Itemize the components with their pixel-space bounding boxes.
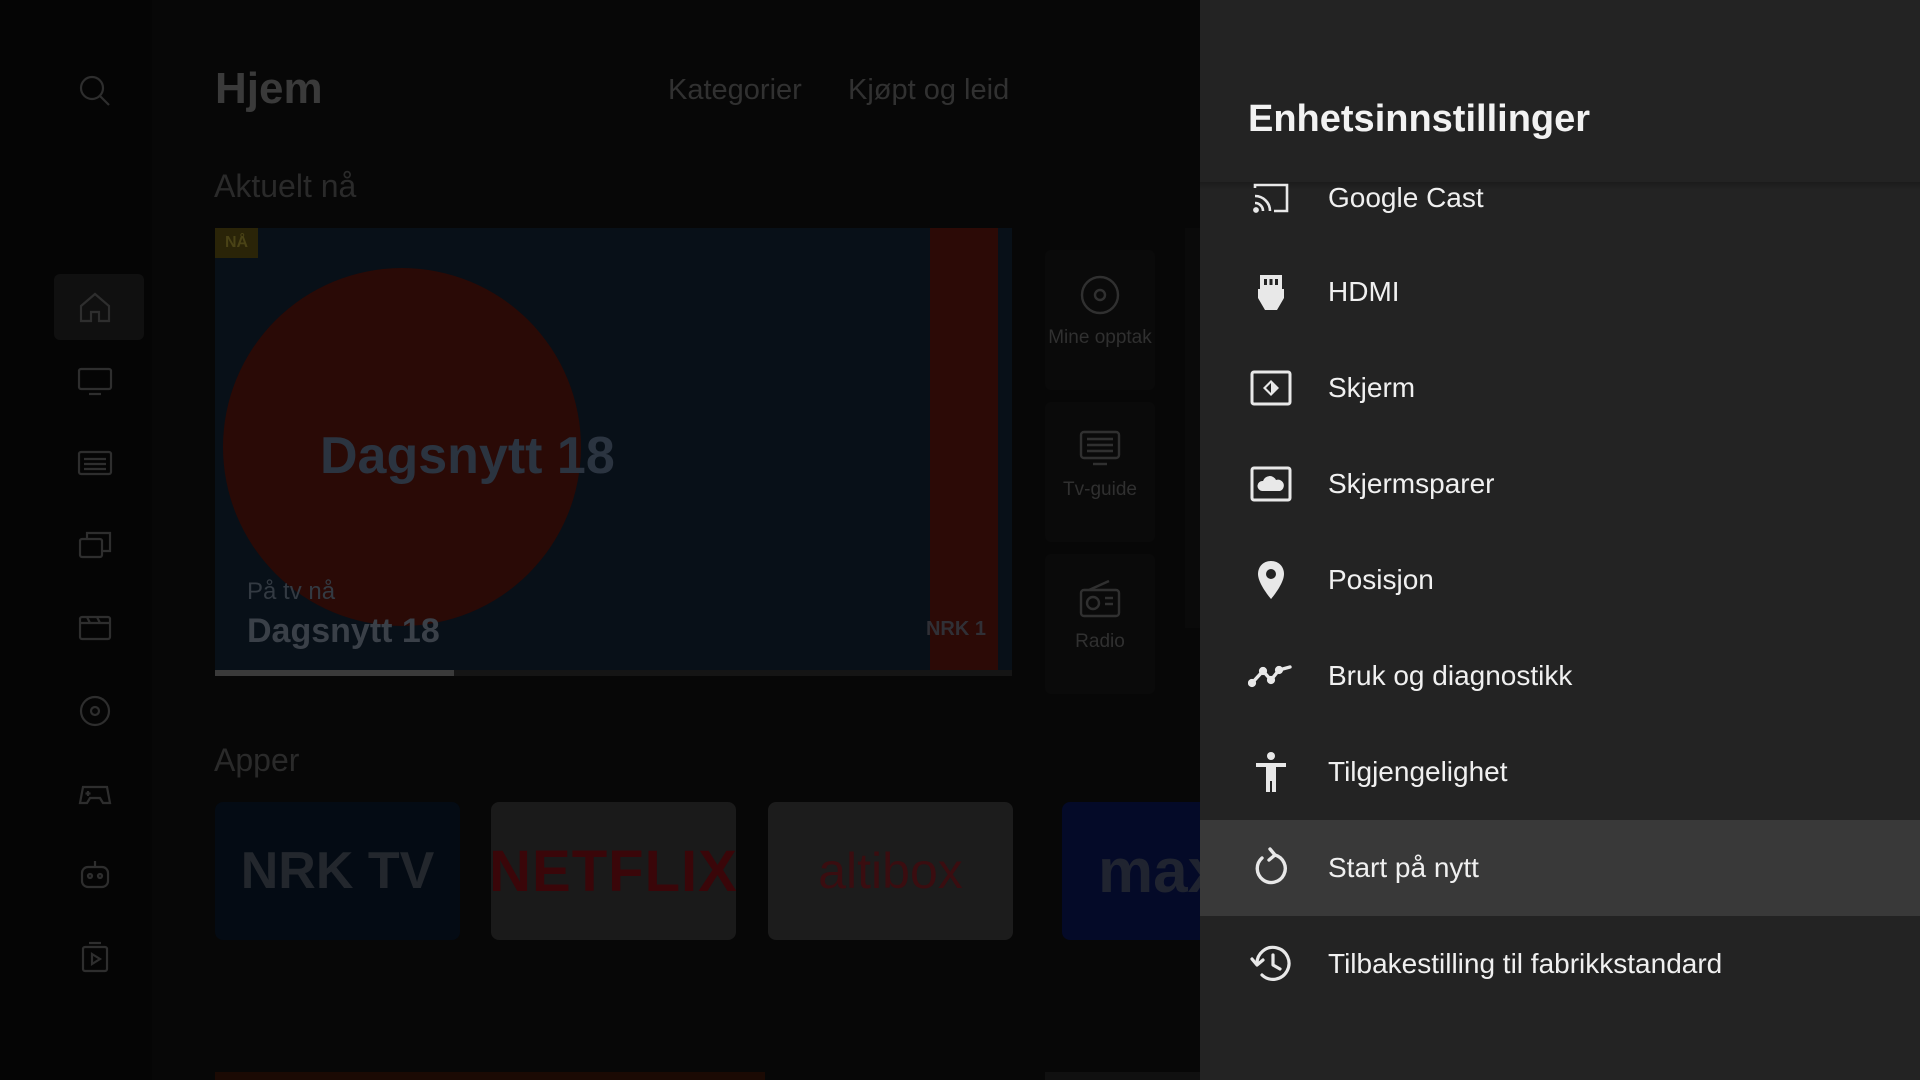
app-tile-nrk-tv[interactable]: NRK TV bbox=[215, 802, 460, 940]
app-name: NETFLIX bbox=[491, 838, 736, 904]
hero-artwork-stripe bbox=[930, 228, 998, 670]
app-name: NRK TV bbox=[240, 842, 435, 900]
tile-radio[interactable]: Radio bbox=[1045, 554, 1155, 694]
tile-label: Mine opptak bbox=[1048, 327, 1152, 348]
factory-reset-icon bbox=[1248, 941, 1294, 987]
settings-item-label: Start på nytt bbox=[1328, 852, 1479, 883]
cast-icon bbox=[1248, 175, 1294, 221]
tile-mine-opptak[interactable]: Mine opptak bbox=[1045, 250, 1155, 390]
next-row-peek bbox=[1045, 1072, 1205, 1080]
app-name: altibox bbox=[818, 843, 963, 899]
app-tile-altibox[interactable]: altibox bbox=[768, 802, 1013, 940]
restart-icon bbox=[1248, 845, 1294, 891]
section-label-now: Aktuelt nå bbox=[214, 168, 357, 204]
settings-item-restart[interactable]: Start på nytt bbox=[1200, 820, 1920, 916]
hero-card[interactable]: Dagsnytt 18 NÅ På tv nå Dagsnytt 18 NRK … bbox=[215, 228, 1012, 670]
now-badge: NÅ bbox=[215, 228, 259, 258]
navigation-rail bbox=[0, 0, 152, 1080]
rental-icon[interactable] bbox=[72, 934, 118, 980]
screensaver-icon bbox=[1248, 461, 1294, 507]
hero-title: Dagsnytt 18 bbox=[247, 612, 440, 650]
games-icon[interactable] bbox=[72, 770, 118, 816]
recordings-icon[interactable] bbox=[72, 688, 118, 734]
settings-item-label: Bruk og diagnostikk bbox=[1328, 660, 1573, 691]
settings-item-factory-reset[interactable]: Tilbakestilling til fabrikkstandard bbox=[1200, 916, 1920, 1012]
channel-logo: NRK 1 bbox=[925, 618, 986, 640]
hdmi-icon bbox=[1248, 269, 1294, 315]
hero-progress-fill bbox=[215, 670, 455, 676]
settings-item-hdmi[interactable]: HDMI bbox=[1200, 244, 1920, 340]
tile-label: Radio bbox=[1075, 631, 1125, 652]
page-title: Hjem bbox=[215, 64, 323, 113]
tv-icon[interactable] bbox=[72, 358, 118, 404]
home-icon[interactable] bbox=[72, 284, 118, 330]
diagnostics-icon bbox=[1248, 653, 1294, 699]
accessibility-icon bbox=[1248, 749, 1294, 795]
hero-subtitle: På tv nå bbox=[247, 578, 336, 605]
movies-icon[interactable] bbox=[72, 604, 118, 650]
display-icon bbox=[1248, 365, 1294, 411]
recordings-icon bbox=[1080, 275, 1120, 315]
tv-guide-icon bbox=[1079, 430, 1121, 466]
settings-item-label: Google Cast bbox=[1328, 182, 1484, 213]
settings-item-label: Skjerm bbox=[1328, 372, 1416, 403]
device-settings-panel: Enhetsinnstillinger Google Cast HDMI Skjer… bbox=[1200, 0, 1920, 1080]
panel-title: Enhetsinnstillinger bbox=[1248, 98, 1591, 140]
settings-item-label: Posisjon bbox=[1328, 564, 1434, 595]
location-icon bbox=[1248, 557, 1294, 603]
radio-icon bbox=[1079, 579, 1121, 618]
settings-item-accessibility[interactable]: Tilgjengelighet bbox=[1200, 724, 1920, 820]
settings-item-label: Tilgjengelighet bbox=[1328, 756, 1508, 787]
settings-item-label: Skjermsparer bbox=[1328, 468, 1495, 499]
settings-item-display[interactable]: Skjerm bbox=[1200, 340, 1920, 436]
settings-item-diagnostics[interactable]: Bruk og diagnostikk bbox=[1200, 628, 1920, 724]
settings-item-label: Tilbakestilling til fabrikkstandard bbox=[1328, 948, 1723, 979]
tile-tv-guide[interactable]: Tv-guide bbox=[1045, 402, 1155, 542]
library-icon[interactable] bbox=[72, 522, 118, 568]
tab-kategorier[interactable]: Kategorier bbox=[668, 74, 802, 107]
search-icon[interactable] bbox=[72, 68, 118, 114]
tv-guide-icon[interactable] bbox=[72, 440, 118, 486]
tab-kjopt-og-leid[interactable]: Kjøpt og leid bbox=[848, 74, 1009, 107]
hero-progress-bar bbox=[215, 670, 1012, 676]
app-tile-max[interactable]: max bbox=[1062, 802, 1222, 940]
next-row-peek bbox=[215, 1072, 765, 1080]
hero-logo-text: Dagsnytt 18 bbox=[320, 427, 615, 485]
settings-item-label: HDMI bbox=[1328, 276, 1400, 307]
settings-item-screensaver[interactable]: Skjermsparer bbox=[1200, 436, 1920, 532]
settings-item-location[interactable]: Posisjon bbox=[1200, 532, 1920, 628]
app-tile-netflix[interactable]: NETFLIX bbox=[491, 802, 736, 940]
tile-label: Tv-guide bbox=[1063, 479, 1137, 500]
section-label-apps: Apper bbox=[214, 742, 300, 778]
settings-item-cast[interactable]: Google Cast bbox=[1200, 150, 1920, 246]
kids-icon[interactable] bbox=[72, 852, 118, 898]
